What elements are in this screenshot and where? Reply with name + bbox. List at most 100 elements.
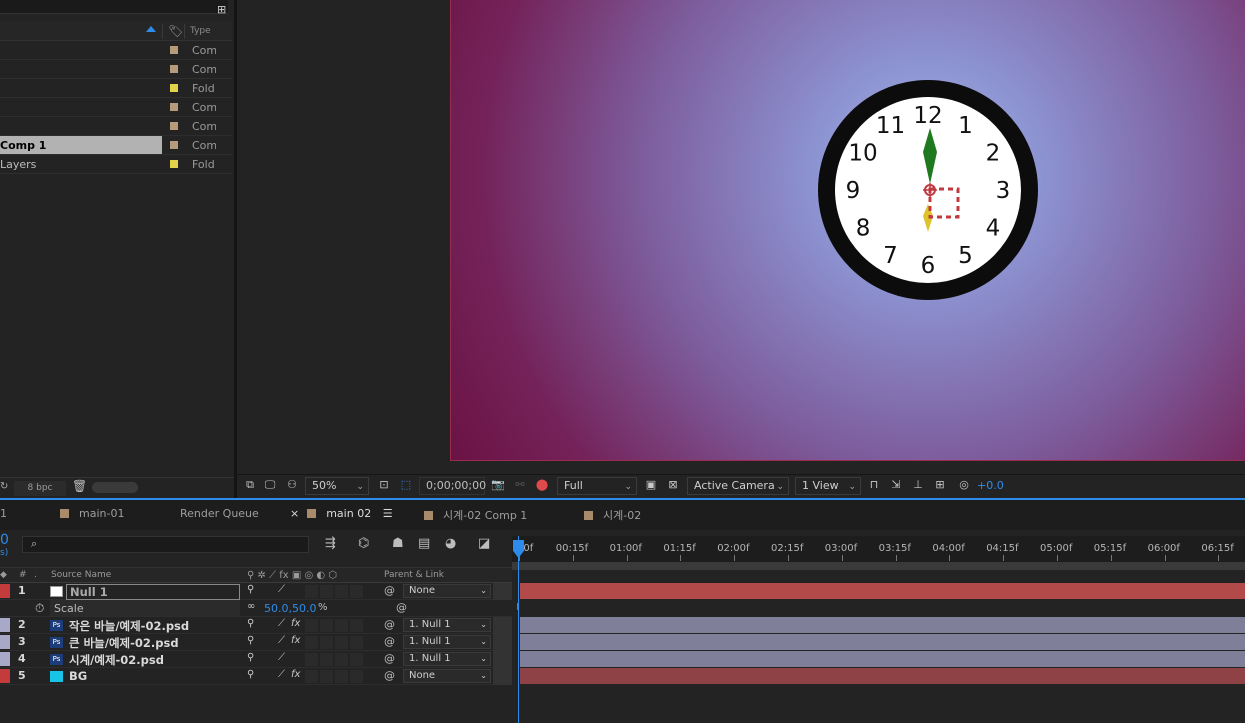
snapshot-camera-icon[interactable]: 📷: [491, 478, 505, 492]
shy-switch-icon[interactable]: ⚲: [247, 618, 254, 629]
parent-dropdown[interactable]: None ⌄: [403, 584, 491, 598]
label-tag-icon[interactable]: 🏷: [168, 24, 183, 38]
shy-switch-icon[interactable]: ⚲: [247, 669, 254, 680]
switch-box[interactable]: [335, 585, 348, 598]
layer-label-color[interactable]: [0, 635, 10, 649]
source-name-header[interactable]: Source Name: [51, 570, 111, 580]
channels-icon[interactable]: ⬤: [535, 478, 549, 492]
flowchart-icon[interactable]: ⊞: [933, 478, 947, 492]
parent-dropdown[interactable]: None ⌄: [403, 669, 491, 683]
trash-icon[interactable]: 🗑: [72, 479, 87, 493]
pick-whip-icon[interactable]: @: [384, 652, 395, 665]
layer-row[interactable]: 1 Null 1 ⚲ ⟋ @ None ⌄: [0, 583, 512, 600]
switch-box[interactable]: [305, 619, 318, 632]
layer-row[interactable]: 2 Ps 작은 바늘/예제-02.psd ⚲ ⟋ fx @1. Null 1 ⌄: [0, 617, 512, 634]
tab-main-02[interactable]: × main 02 ☰: [290, 507, 393, 520]
layer-row[interactable]: 5 BG ⚲ ⟋ fx @ None ⌄: [0, 668, 512, 685]
timeline-search-input[interactable]: ⌕: [22, 536, 309, 553]
always-preview-icon[interactable]: ⧉: [243, 478, 257, 492]
flowchart-icon[interactable]: ⊞: [217, 3, 226, 16]
switch-box[interactable]: [305, 653, 318, 666]
fit-frame-icon[interactable]: ⊡: [377, 478, 391, 492]
parent-dropdown[interactable]: 1. Null 1 ⌄: [403, 618, 491, 632]
layer-duration-bar[interactable]: [520, 634, 1245, 650]
keyframe-marker[interactable]: I: [516, 602, 519, 613]
project-item[interactable]: Com: [0, 98, 232, 117]
interpret-footage-icon[interactable]: ↻: [0, 481, 8, 492]
label-color-swatch[interactable]: [170, 141, 178, 149]
parent-link-header[interactable]: Parent & Link: [384, 570, 444, 580]
layer-label-color[interactable]: [0, 618, 10, 632]
close-icon[interactable]: ×: [290, 507, 299, 520]
frame-blending-icon[interactable]: ▤: [418, 536, 430, 551]
layer-name[interactable]: Null 1: [66, 584, 240, 600]
label-color-swatch[interactable]: [170, 103, 178, 111]
layer-duration-bar[interactable]: [520, 651, 1245, 667]
tab-main-01[interactable]: main-01: [60, 507, 124, 520]
graph-editor-icon[interactable]: ◪: [478, 536, 490, 551]
switch-box[interactable]: [320, 636, 333, 649]
region-of-interest-icon[interactable]: ⬚: [399, 478, 413, 492]
scale-value[interactable]: 50.0,50.0: [264, 602, 316, 615]
tab-clock-02[interactable]: 시계-02: [584, 507, 641, 523]
exposure-reset-icon[interactable]: ◎: [957, 478, 971, 492]
transparency-grid-icon[interactable]: ⊠: [666, 478, 680, 492]
pick-whip-icon[interactable]: @: [384, 618, 395, 631]
switch-box[interactable]: [350, 670, 363, 683]
layer-label-color[interactable]: [0, 584, 10, 598]
switch-box[interactable]: [305, 636, 318, 649]
layer-duration-bar[interactable]: [520, 617, 1245, 633]
layer-name[interactable]: 시계/예제-02.psd: [69, 652, 164, 668]
switch-box[interactable]: [350, 653, 363, 666]
switch-box[interactable]: [335, 636, 348, 649]
resolution-dropdown[interactable]: Full ⌄: [557, 477, 637, 495]
work-area-bar[interactable]: [512, 562, 1245, 570]
switch-box[interactable]: [320, 619, 333, 632]
layer-number-header[interactable]: #: [19, 570, 27, 580]
timeline-icon[interactable]: ⊥: [911, 478, 925, 492]
switch-box[interactable]: [320, 585, 333, 598]
current-time-display[interactable]: 0: [0, 532, 9, 548]
shy-switch-icon[interactable]: ⚲: [247, 652, 254, 663]
switch-box[interactable]: [335, 653, 348, 666]
effects-switch-icon[interactable]: fx: [291, 635, 300, 646]
exposure-value[interactable]: +0.0: [977, 479, 1004, 492]
zoom-dropdown[interactable]: 50% ⌄: [305, 477, 369, 495]
motion-blur-icon[interactable]: ◕: [445, 536, 456, 551]
layer-name[interactable]: BG: [69, 669, 87, 683]
show-snapshot-icon[interactable]: ⚯: [513, 478, 527, 492]
project-item[interactable]: Com: [0, 41, 232, 60]
fast-previews-icon[interactable]: ▣: [644, 478, 658, 492]
quality-switch-icon[interactable]: ⟋: [278, 618, 285, 629]
label-color-swatch[interactable]: [170, 122, 178, 130]
layer-label-color[interactable]: [0, 669, 10, 683]
menu-icon[interactable]: ☰: [383, 507, 393, 520]
label-color-swatch[interactable]: [170, 84, 178, 92]
effects-switch-icon[interactable]: fx: [291, 669, 300, 680]
thumbnail-slider[interactable]: [92, 482, 138, 493]
label-color-swatch[interactable]: [170, 65, 178, 73]
switch-box[interactable]: [350, 619, 363, 632]
switch-box[interactable]: [305, 670, 318, 683]
bit-depth-button[interactable]: 8 bpc: [14, 481, 66, 496]
switch-box[interactable]: [350, 636, 363, 649]
shy-switch-icon[interactable]: ⚲: [247, 635, 254, 646]
project-item[interactable]: Layers Fold: [0, 155, 232, 174]
stopwatch-icon[interactable]: ⏱: [35, 601, 44, 616]
parent-dropdown[interactable]: 1. Null 1 ⌄: [403, 635, 491, 649]
toggle-pixel-aspect-icon[interactable]: ⊓: [867, 478, 881, 492]
switch-box[interactable]: [320, 670, 333, 683]
layer-row[interactable]: 4 Ps 시계/예제-02.psd ⚲ ⟋ @1. Null 1 ⌄: [0, 651, 512, 668]
pick-whip-icon[interactable]: @: [384, 669, 395, 682]
pick-whip-icon[interactable]: @: [384, 635, 395, 648]
tab-render-queue[interactable]: Render Queue: [180, 507, 259, 520]
label-color-swatch[interactable]: [170, 46, 178, 54]
draft-3d-icon[interactable]: ⌬: [358, 536, 369, 551]
project-item[interactable]: Com: [0, 117, 232, 136]
monitor-icon[interactable]: 🖵: [263, 478, 277, 492]
quality-switch-icon[interactable]: ⟋: [278, 635, 285, 646]
shy-switch-icon[interactable]: ⚲: [247, 584, 254, 595]
quality-switch-icon[interactable]: ⟋: [278, 669, 285, 680]
scale-property-row[interactable]: ⏱ Scale ∞ 50.0,50.0% @: [0, 600, 512, 617]
timecode-field[interactable]: 0;00;00;00: [419, 477, 486, 495]
